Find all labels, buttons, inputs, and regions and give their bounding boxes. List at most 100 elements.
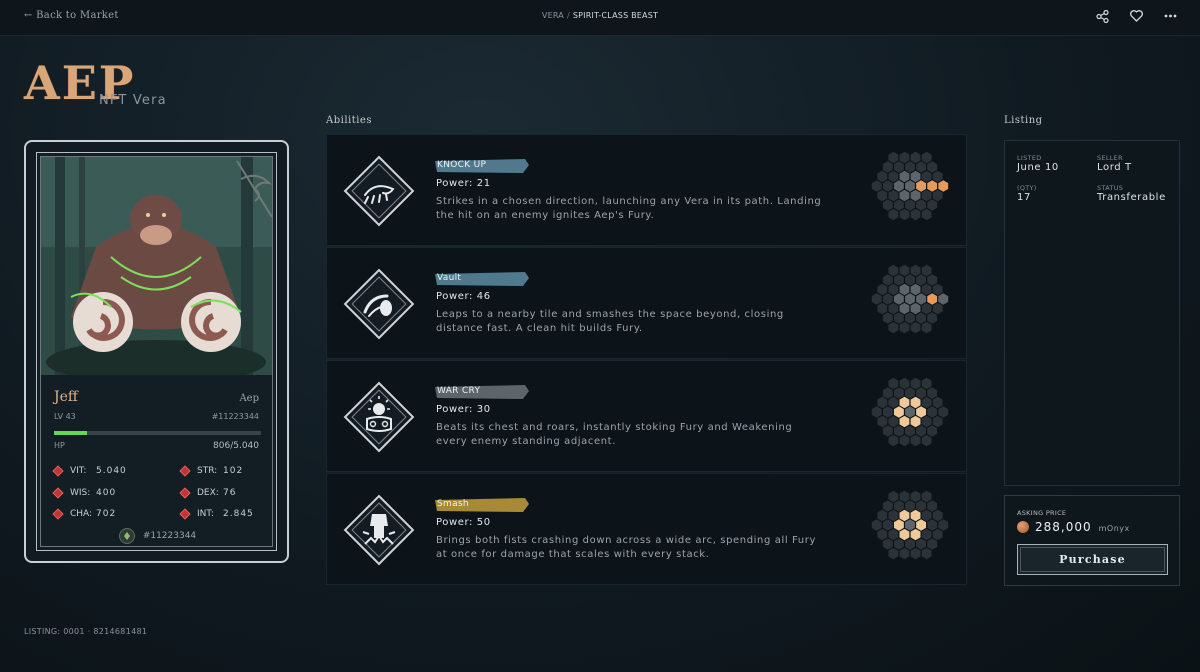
hex-cell [910,302,921,315]
hex-cell [910,170,921,183]
hex-cell [927,500,938,512]
hex-cell [905,519,915,531]
ability-range-grid [871,377,949,447]
hex-cell [882,293,893,305]
hex-cell [927,161,938,173]
hex-cell [882,406,893,418]
more-icon[interactable] [1162,8,1178,24]
hex-cell [899,283,910,296]
hex-cell [921,151,932,164]
hex-cell [905,538,915,550]
hex-cell [932,528,943,541]
hex-cell [921,264,932,277]
hex-cell [921,283,932,296]
stat-value: 5.040 [96,466,127,476]
hex-cell [882,312,893,324]
hex-cell [905,161,915,173]
ability-row[interactable]: Vault Power: 46 Leaps to a nearby tile a… [326,247,967,359]
qty-value: 17 [1017,192,1031,203]
page-title-block: AEP NFT Vera [24,58,166,108]
hex-cell [893,199,904,211]
hex-cell [899,396,910,409]
hex-cell [905,312,915,324]
listed-value: June 10 [1017,162,1059,173]
hex-cell [916,538,927,550]
hex-cell [893,274,904,286]
listing-heading: Listing [1004,115,1043,126]
owner-row[interactable]: #11223344 [37,528,278,544]
hex-cell [927,274,938,286]
breadcrumb-parent[interactable]: VERA [542,11,564,20]
hex-cell [888,490,899,503]
hex-cell [893,387,904,399]
purchase-button[interactable]: Purchase [1017,544,1168,575]
stat-gem-icon [179,508,191,520]
stat-name: STR: [197,466,218,476]
hp-bar [54,431,261,435]
ability-name: Vault [437,273,462,283]
hex-cell [888,208,899,221]
onyx-coin-icon [1017,521,1029,533]
price-row: 288,000 mOnyx [1017,520,1130,534]
listed-label: LISTED [1017,154,1042,162]
hex-cell [893,538,904,550]
share-icon[interactable] [1094,8,1110,24]
hex-cell [888,547,899,560]
asking-price-label: ASKING PRICE [1017,509,1067,517]
hp-bar-fill [54,431,88,435]
hex-cell [938,519,949,531]
vault-icon [341,266,417,342]
hex-cell [938,293,949,305]
hex-cell [910,490,921,503]
hex-cell [905,199,915,211]
listing-footer: LISTING: 0001 · 8214681481 [24,627,148,636]
hex-cell [899,189,910,202]
ability-description: Strikes in a chosen direction, launching… [436,196,822,221]
stat-value: 702 [96,509,117,519]
hex-cell [916,387,927,399]
hex-cell [899,377,910,390]
hex-cell [921,189,932,202]
hex-cell [888,151,899,164]
ability-power: Power: 21 [436,178,491,189]
seller-value[interactable]: Lord T [1097,162,1132,173]
hex-cell [877,189,888,202]
hex-cell [910,151,921,164]
hex-cell [905,180,915,192]
owner-id: #11223344 [142,531,197,541]
stat-vit: VIT: 5.040 [52,465,127,477]
hex-cell [888,264,899,277]
hex-cell [916,199,927,211]
hex-cell [927,293,938,305]
hex-cell [893,180,904,192]
ability-name-tag: WAR CRY [435,385,529,399]
hex-cell [910,377,921,390]
hex-cell [916,293,927,305]
hex-cell [899,509,910,522]
hex-cell [932,509,943,522]
hex-cell [932,302,943,315]
hex-cell [905,406,915,418]
smash-icon [341,492,417,568]
hex-cell [882,425,893,437]
hex-cell [927,519,938,531]
hex-cell [921,509,932,522]
hex-cell [921,170,932,183]
hex-cell [882,161,893,173]
hex-cell [921,321,932,334]
hex-cell [882,519,893,531]
stat-dex: DEX: 76 [179,487,236,499]
ability-row[interactable]: WAR CRY Power: 30 Beats its chest and ro… [326,360,967,472]
stat-str: STR: 102 [179,465,243,477]
hex-cell [871,519,882,531]
heart-icon[interactable] [1128,8,1144,24]
hex-cell [877,509,888,522]
ability-name-tag: KNOCK UP [435,159,529,173]
ability-row[interactable]: Smash Power: 50 Brings both fists crashi… [326,473,967,585]
stat-gem-icon [52,465,64,477]
hex-cell [893,406,904,418]
hex-cell [877,283,888,296]
hex-cell [927,312,938,324]
ability-row[interactable]: KNOCK UP Power: 21 Strikes in a chosen d… [326,134,967,246]
hex-cell [916,500,927,512]
